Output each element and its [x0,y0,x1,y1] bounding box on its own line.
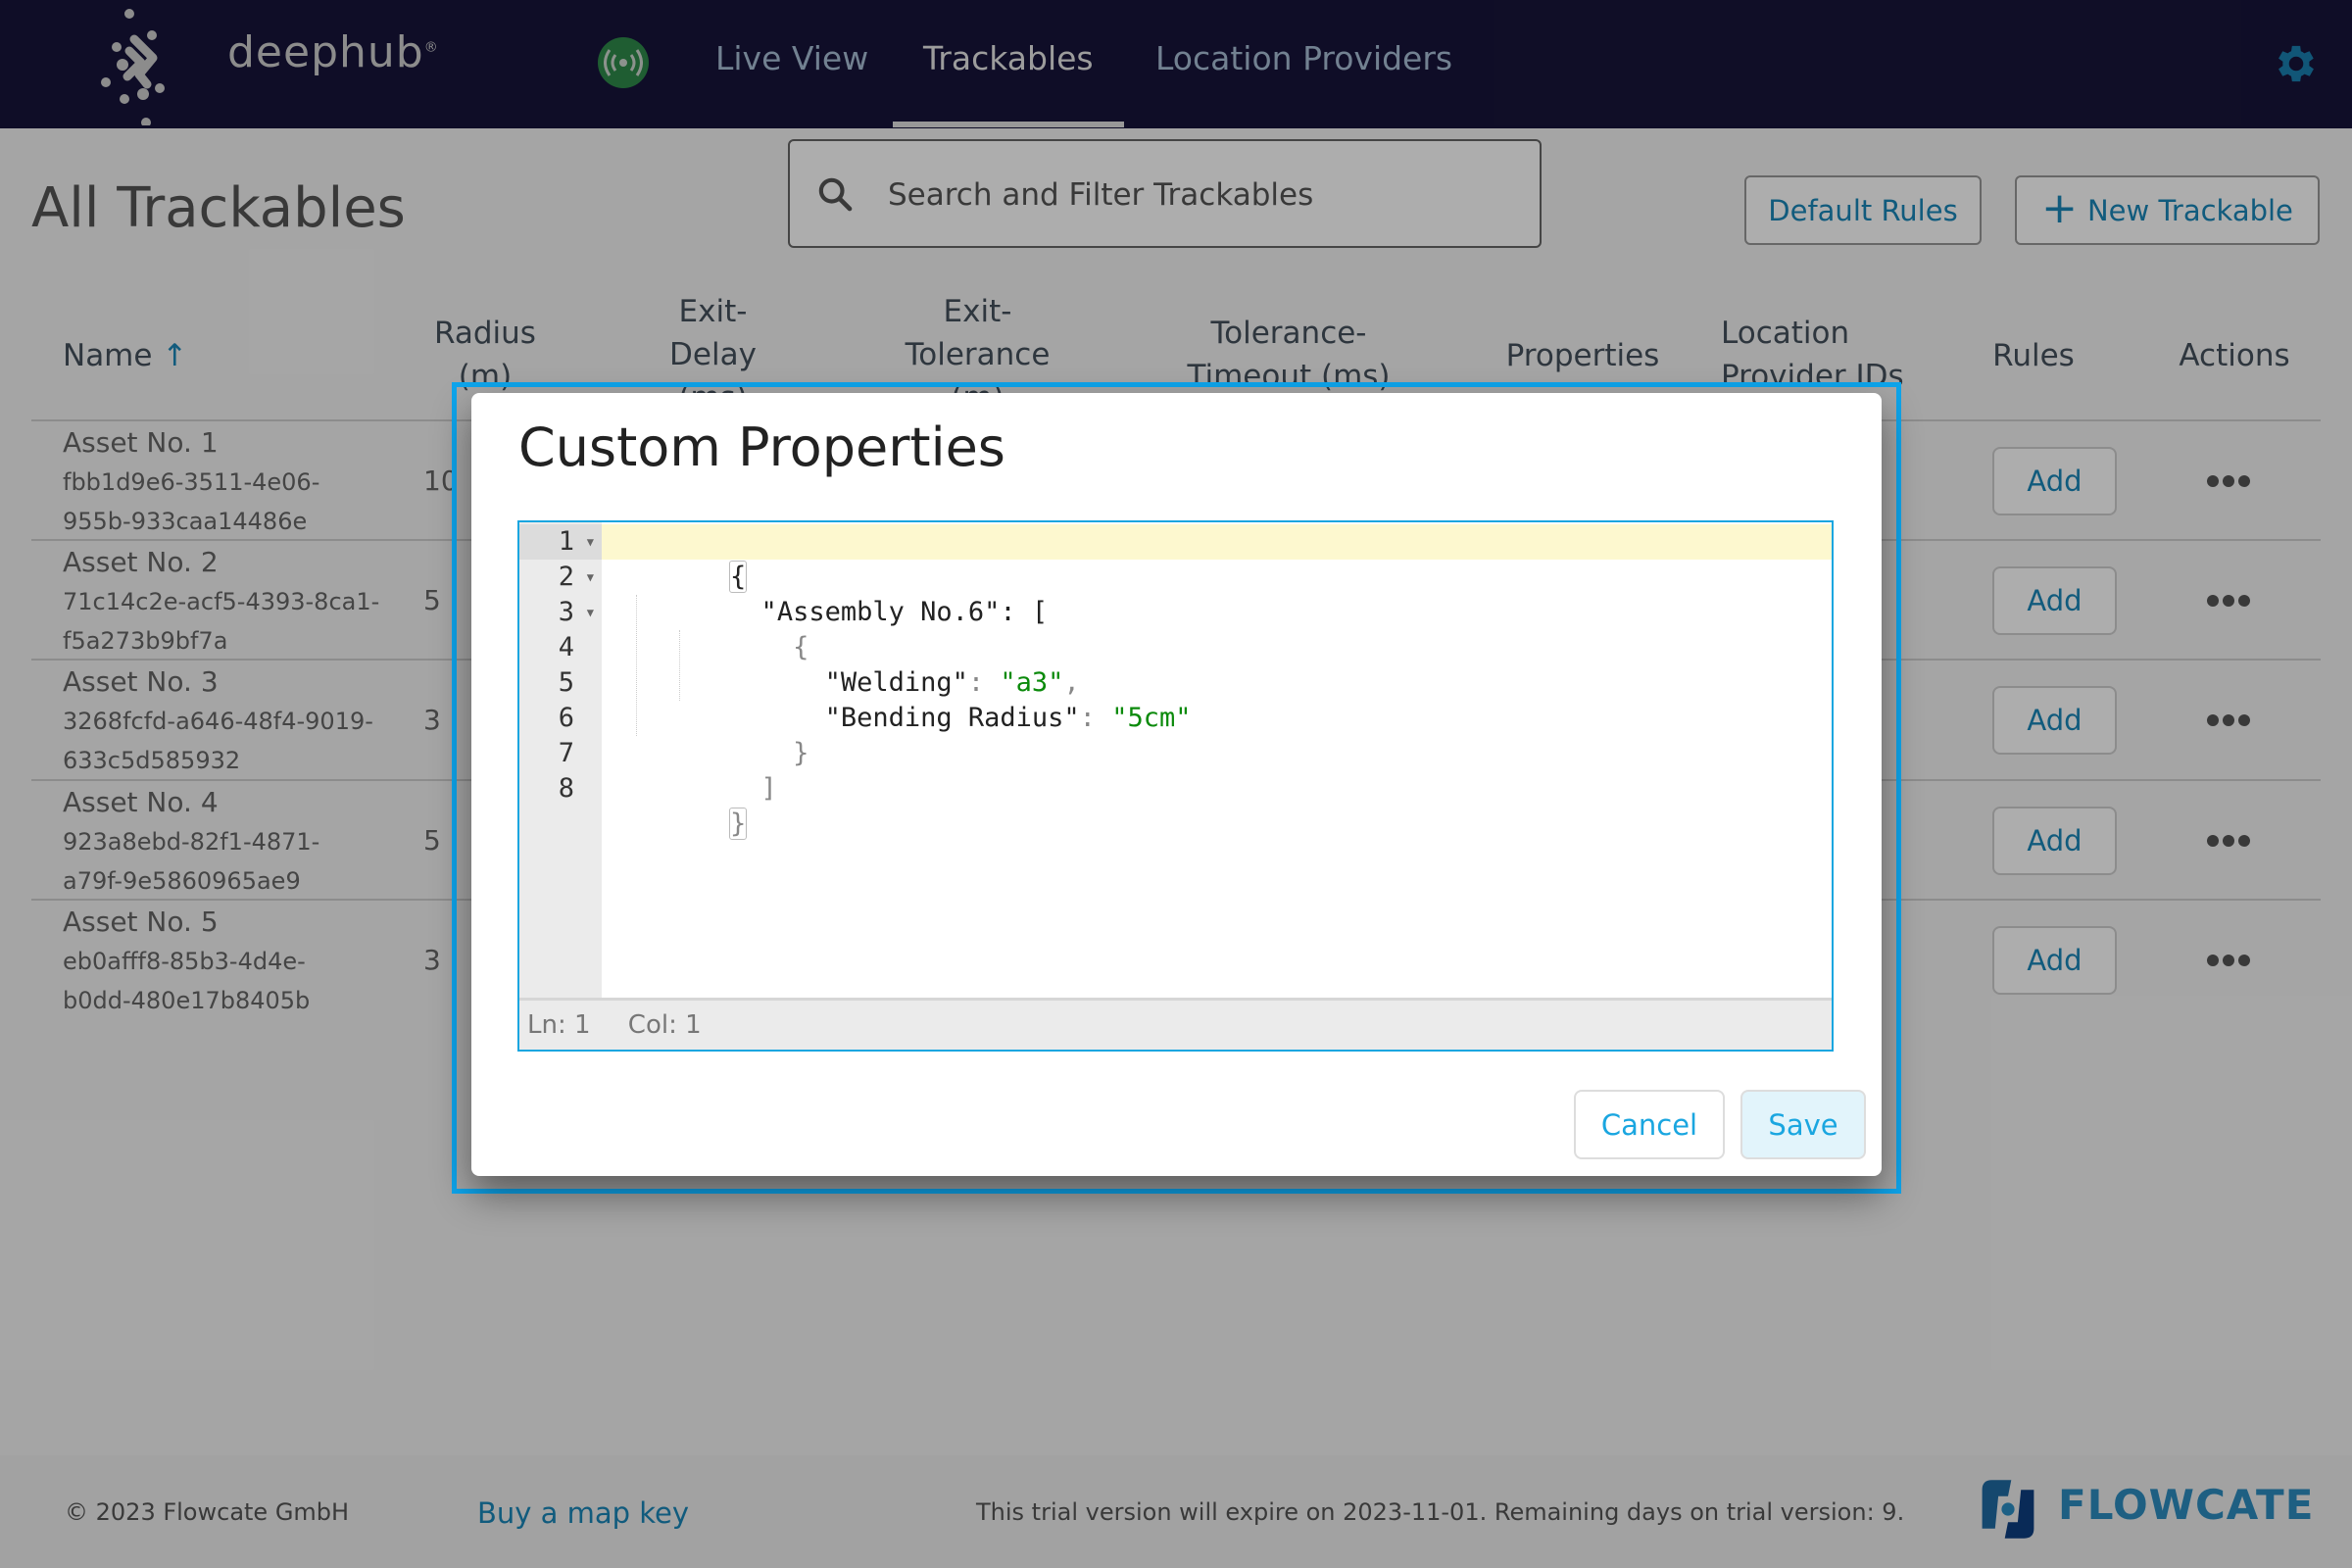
code-line: } [602,771,1832,840]
line-number: 6 [558,703,574,733]
cursor-line: Ln: 1 [527,1010,591,1040]
code-line: ] [602,736,1832,804]
fold-arrow-icon[interactable]: ▼ [587,595,594,630]
fold-arrow-icon[interactable]: ▼ [587,524,594,560]
editor-status-bar: Ln: 1 Col: 1 [519,998,1832,1050]
line-number: 3 ▼ [519,595,602,630]
code-line: "Assembly No.6": [ [602,560,1832,627]
json-editor[interactable]: 1 ▼ 2 ▼ 3 ▼ 4 5 6 7 8 { "Assembly No.6": [ … [517,520,1834,1052]
code-line: { [602,595,1832,662]
custom-properties-dialog: Custom Properties 1 ▼ 2 ▼ 3 ▼ 4 5 6 7 8 { "… [471,393,1882,1176]
fold-arrow-icon[interactable]: ▼ [587,560,594,595]
cancel-button[interactable]: Cancel [1574,1090,1725,1159]
save-button[interactable]: Save [1740,1090,1866,1159]
cursor-column: Col: 1 [627,1010,702,1040]
code-line: "Bending Radius": "5cm" [602,665,1832,733]
line-number: 7 [558,738,574,768]
code-line: } [602,701,1832,768]
code-token: } [729,808,748,840]
line-number: 4 [558,632,574,662]
line-number: 5 [558,667,574,698]
line-number: 2 ▼ [519,560,602,595]
editor-gutter: 1 ▼ 2 ▼ 3 ▼ 4 5 6 7 8 [519,522,602,1000]
line-number: 8 [558,773,574,804]
editor-code-area[interactable]: { "Assembly No.6": [ { "Welding": "a3", … [602,522,1832,1000]
code-line: "Welding": "a3", [602,630,1832,698]
line-number: 1 ▼ [519,524,602,560]
dialog-title: Custom Properties [518,416,1005,478]
code-line: { [602,524,1832,593]
